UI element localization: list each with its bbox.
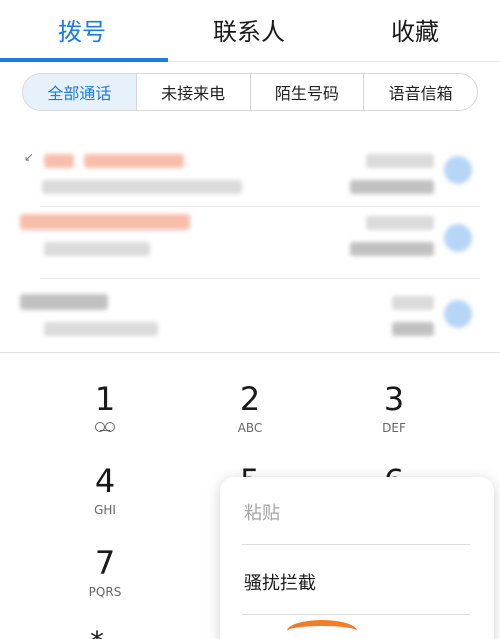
call-detail-icon[interactable] [444, 156, 472, 184]
dial-letters: GHI [94, 503, 116, 517]
dial-key-1[interactable]: 1 [55, 381, 155, 436]
call-log-row[interactable] [0, 210, 500, 286]
blurred-call-time [392, 296, 434, 310]
voicemail-icon [95, 422, 115, 432]
paste-menu-item[interactable]: 粘贴 [244, 499, 470, 525]
menu-divider [242, 544, 470, 545]
dial-letters: ABC [237, 421, 263, 435]
dial-key-3[interactable]: 3 DEF [344, 381, 444, 435]
blurred-call-time [366, 154, 434, 168]
dial-key-star[interactable]: * [90, 625, 104, 639]
blurred-contact-name [20, 214, 190, 230]
dial-digit: 3 [383, 380, 405, 418]
annotation-mark [287, 620, 357, 639]
dial-key-7[interactable]: 7 PQRS [55, 545, 155, 599]
filter-voicemail[interactable]: 语音信箱 [364, 74, 477, 110]
blurred-call-date [392, 322, 434, 336]
harassment-block-menu-item[interactable]: 骚扰拦截 [244, 569, 470, 595]
dial-letters: DEF [382, 421, 406, 435]
call-detail-icon[interactable] [444, 300, 472, 328]
row-divider [40, 278, 480, 279]
tab-contacts[interactable]: 联系人 [213, 12, 285, 47]
tab-favorites[interactable]: 收藏 [391, 12, 439, 47]
dial-digit: 4 [94, 462, 116, 500]
active-tab-indicator [0, 58, 168, 62]
call-filter-bar: 全部通话 未接来电 陌生号码 语音信箱 [22, 73, 478, 111]
blurred-call-time [366, 216, 434, 230]
top-tab-bar: 拨号 联系人 收藏 [0, 0, 500, 62]
dial-key-4[interactable]: 4 GHI [55, 463, 155, 517]
filter-missed-calls[interactable]: 未接来电 [137, 74, 251, 110]
blurred-call-details [44, 242, 150, 256]
row-divider [40, 206, 480, 207]
blurred-contact-name [44, 154, 74, 168]
dial-digit: 7 [94, 544, 116, 582]
dial-key-2[interactable]: 2 ABC [200, 381, 300, 435]
call-log-row[interactable]: ↙ [0, 132, 500, 208]
blurred-call-details [42, 180, 242, 194]
menu-divider [242, 614, 470, 615]
tab-dial[interactable]: 拨号 [58, 12, 106, 47]
filter-all-calls[interactable]: 全部通话 [23, 74, 137, 110]
blurred-call-date [350, 180, 434, 194]
blurred-contact-name [84, 154, 184, 168]
dialer-screen: 拨号 联系人 收藏 全部通话 未接来电 陌生号码 语音信箱 ↙ 1 2 ABC … [0, 0, 500, 639]
dial-letters: PQRS [88, 585, 122, 599]
call-detail-icon[interactable] [444, 224, 472, 252]
dial-digit: 2 [239, 380, 261, 418]
blurred-call-details [44, 322, 158, 336]
outgoing-call-icon: ↙ [24, 150, 35, 164]
blurred-call-date [350, 242, 434, 256]
dial-digit: 1 [94, 380, 116, 418]
paste-context-menu: 粘贴 骚扰拦截 [220, 477, 494, 639]
blurred-contact-name [20, 294, 108, 310]
call-log-list: ↙ [0, 120, 500, 350]
filter-unknown-numbers[interactable]: 陌生号码 [251, 74, 365, 110]
